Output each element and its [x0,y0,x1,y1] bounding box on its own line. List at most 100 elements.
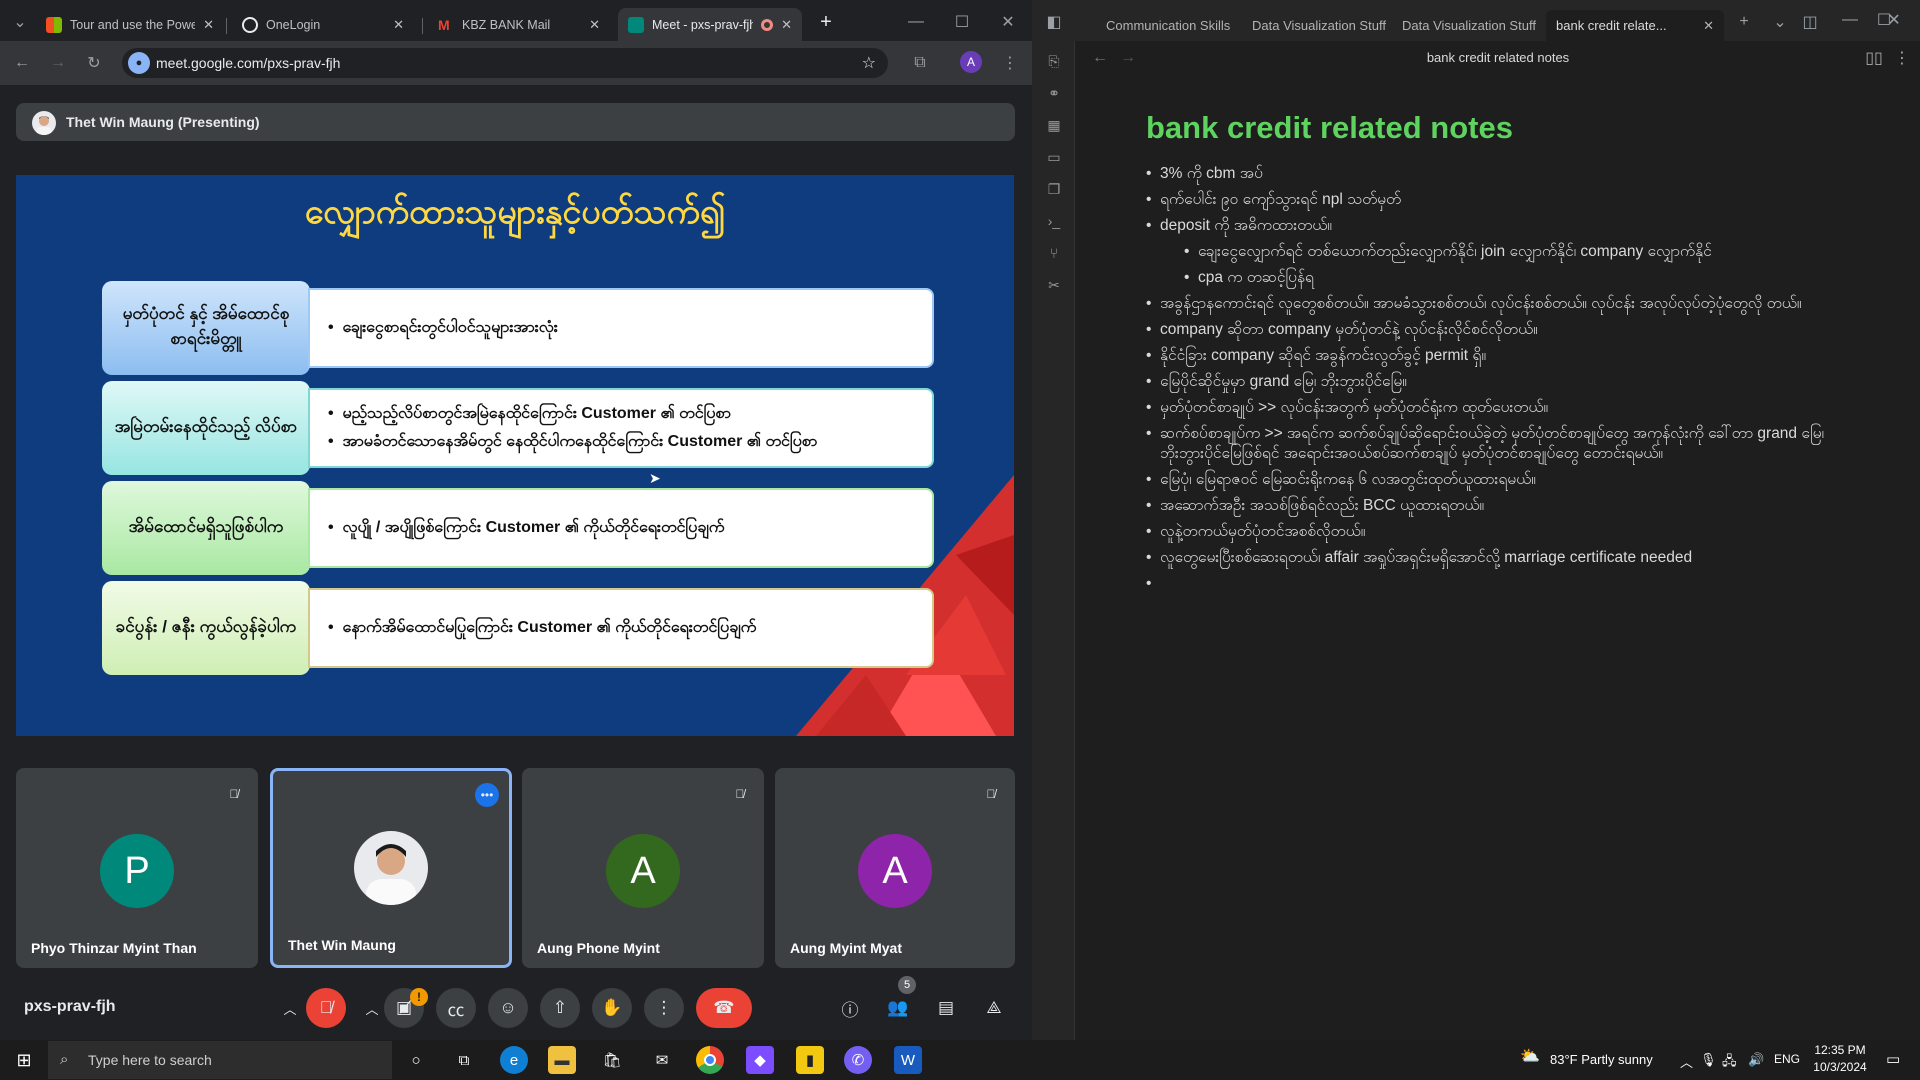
viber-icon[interactable]: ✆ [844,1046,872,1074]
close-tab-icon[interactable]: ✕ [203,17,214,33]
canvas-icon[interactable]: ▦ [1045,116,1063,134]
captions-button[interactable]: ㏄ [436,988,476,1028]
more-options-button[interactable]: ⋮ [644,988,684,1028]
mic-toggle-button[interactable]: 🎙̸ [306,988,346,1028]
note-bullet[interactable]: deposit ကို အဓိကထားတယ်။ [1146,216,1846,236]
note-bullet[interactable]: 3% ကို cbm အပ် [1146,164,1846,184]
windows-start-icon[interactable]: ⊞ [10,1046,38,1074]
task-view-icon[interactable]: ⧉ [450,1046,478,1074]
minimize-icon[interactable]: — [904,10,928,34]
note-bullet-list[interactable]: 3% ကို cbm အပ် ရက်ပေါင်း ၉၀ ကျော်သွားရင်… [1146,164,1846,594]
note-tab[interactable]: Data Visualization Stuff [1392,10,1546,41]
tab-list-chevron-icon[interactable]: ⌄ [1768,10,1792,34]
clock-date[interactable]: 10/3/2024 [1810,1060,1870,1074]
site-info-icon[interactable]: ● [128,52,150,74]
close-tab-icon[interactable]: ✕ [781,17,792,33]
profile-avatar[interactable]: A [960,51,982,73]
taskbar-search-box[interactable]: ⌕ Type here to search [48,1041,392,1079]
note-bullet[interactable]: မြေပိုင်ဆိုင်မှုမှာ grand မြေ၊ ဘိုးဘွားပ… [1146,372,1846,392]
note-bullet[interactable]: ဆက်စပ်စာချုပ်က >> အရင်က ဆက်စပ်ချုပ်ဆိုရေ… [1146,424,1846,464]
file-explorer-icon[interactable]: ▬ [548,1046,576,1074]
tab-search-icon[interactable]: ⌄ [8,10,32,34]
note-bullet[interactable]: မြေပုံ၊ မြေရာဇဝင် မြေဆင်းရိုးကနေ ၆ လအတွင… [1146,470,1846,490]
note-menu-icon[interactable]: ⋮ [1890,46,1914,70]
participant-tile[interactable]: 🎙̸ A Aung Phone Myint [522,768,764,968]
graph-icon[interactable]: ⚭ [1045,84,1063,102]
note-bullet[interactable]: လူနဲ့တကယ်မှတ်ပုံတင်အစစ်လိုတယ်။ [1146,522,1846,542]
tab-onelogin[interactable]: OneLogin ✕ [232,8,414,41]
note-tab[interactable]: Communication Skills [1096,10,1240,41]
meeting-info-icon[interactable]: ⓘ [830,988,870,1028]
close-window-icon[interactable]: ✕ [996,10,1020,34]
video-options-chevron-icon[interactable]: ︿ [362,988,382,1028]
git-icon[interactable]: ⑂ [1045,244,1063,262]
templates-icon[interactable]: ❐ [1045,180,1063,198]
files-icon[interactable]: ⎘ [1045,52,1063,70]
edge-icon[interactable]: e [500,1046,528,1074]
note-sub-bullet[interactable]: cpa က တဆင့်ပြန်ရ [1184,268,1846,288]
new-tab-icon[interactable]: + [814,10,838,34]
participant-tile[interactable]: 🎙̸ P Phyo Thinzar Myint Than [16,768,258,968]
close-tab-icon[interactable]: ✕ [589,17,600,33]
tab-kbz-mail[interactable]: M KBZ BANK Mail ✕ [428,8,610,41]
more-options-icon[interactable]: ••• [475,783,499,807]
minimize-icon[interactable]: — [1838,8,1862,32]
command-palette-icon[interactable]: ›_ [1045,212,1063,230]
note-bullet[interactable]: လူတွေမေးပြီးစစ်ဆေးရတယ်၊ affair အရှုပ်အရှ… [1146,548,1846,568]
microphone-tray-icon[interactable]: 🎙 [1700,1052,1717,1068]
address-bar[interactable]: ● meet.google.com/pxs-prav-fjh ☆ [122,48,888,78]
note-bullet[interactable]: မှတ်ပုံတင်စာချုပ် >> လုပ်ငန်းအတွက် မှတ်ပ… [1146,398,1846,418]
audio-options-chevron-icon[interactable]: ︿ [280,988,300,1028]
maximize-icon[interactable]: ☐ [950,10,974,34]
tools-icon[interactable]: ✂ [1045,276,1063,294]
activities-icon[interactable]: ⟁ [974,988,1014,1028]
emoji-reaction-button[interactable]: ☺ [488,988,528,1028]
chrome-menu-icon[interactable]: ⋮ [998,51,1022,75]
note-sub-bullet[interactable]: ချေးငွေလျှောက်ရင် တစ်ယောက်တည်းလျှောက်နို… [1184,242,1846,262]
participant-tile[interactable]: ••• Thet Win Maung [270,768,512,968]
new-tab-icon[interactable]: + [1732,10,1756,34]
close-tab-icon[interactable]: ✕ [1703,18,1714,34]
people-icon[interactable]: 👥 [878,988,918,1028]
power-bi-icon[interactable]: ▮ [796,1046,824,1074]
note-bullet[interactable]: အခွန်ဌာနကောင်းရင် လူတွေစစ်တယ်။ အာမခံသွား… [1146,294,1846,314]
note-bullet[interactable]: နိုင်ငံခြား company ဆိုရင် အခွန်ကင်းလွတ်… [1146,346,1846,366]
note-bullet[interactable]: company ဆိုတာ company မှတ်ပုံတင်နဲ့ လုပ်… [1146,320,1846,340]
split-view-icon[interactable]: ◫ [1798,10,1822,34]
note-tab[interactable]: Data Visualization Stuff [1242,10,1396,41]
note-bullet[interactable]: အဆောက်အဦး အသစ်ဖြစ်ရင်လည်း BCC ယူထားရတယ်။ [1146,496,1846,516]
word-icon[interactable]: W [894,1046,922,1074]
language-indicator[interactable]: ENG [1774,1052,1800,1066]
bookmark-star-icon[interactable]: ☆ [862,53,876,73]
present-screen-button[interactable]: ⇧ [540,988,580,1028]
cortana-icon[interactable]: ○ [402,1046,430,1074]
weather-icon[interactable]: ⛅ [1520,1046,1540,1066]
store-icon[interactable]: 🛍 [598,1046,626,1074]
leave-call-button[interactable]: ☎ [696,988,752,1028]
note-tab-active[interactable]: bank credit relate... ✕ [1546,10,1724,41]
forward-icon[interactable]: → [46,51,70,75]
tab-power-bi[interactable]: Tour and use the Power BI ✕ [36,8,224,41]
chrome-icon[interactable] [696,1046,724,1074]
calendar-icon[interactable]: ▭ [1045,148,1063,166]
close-window-icon[interactable]: ✕ [1882,8,1906,32]
chat-icon[interactable]: ▤ [926,988,966,1028]
network-icon[interactable]: 🖧 [1722,1052,1737,1074]
obsidian-icon[interactable]: ◆ [746,1046,774,1074]
tab-meet[interactable]: Meet - pxs-prav-fjh ✕ [618,8,802,41]
weather-text[interactable]: 83°F Partly sunny [1550,1052,1653,1067]
toggle-sidebar-icon[interactable]: ◧ [1042,10,1066,34]
tray-chevron-icon[interactable]: ︿ [1680,1052,1693,1071]
notifications-icon[interactable]: ▭ [1886,1050,1900,1068]
raise-hand-button[interactable]: ✋ [592,988,632,1028]
back-icon[interactable]: ← [10,51,34,75]
extensions-icon[interactable]: ⧉ [908,51,932,75]
reading-view-icon[interactable]: ▯▯ [1862,46,1886,70]
clock-time[interactable]: 12:35 PM [1810,1043,1870,1057]
participant-tile[interactable]: 🎙̸ A Aung Myint Myat [775,768,1015,968]
close-tab-icon[interactable]: ✕ [393,17,404,33]
note-bullet[interactable]: ရက်ပေါင်း ၉၀ ကျော်သွားရင် npl သတ်မှတ် [1146,190,1846,210]
reload-icon[interactable]: ↻ [82,51,106,75]
mail-icon[interactable]: ✉ [648,1046,676,1074]
volume-icon[interactable]: 🔊 [1748,1052,1764,1068]
